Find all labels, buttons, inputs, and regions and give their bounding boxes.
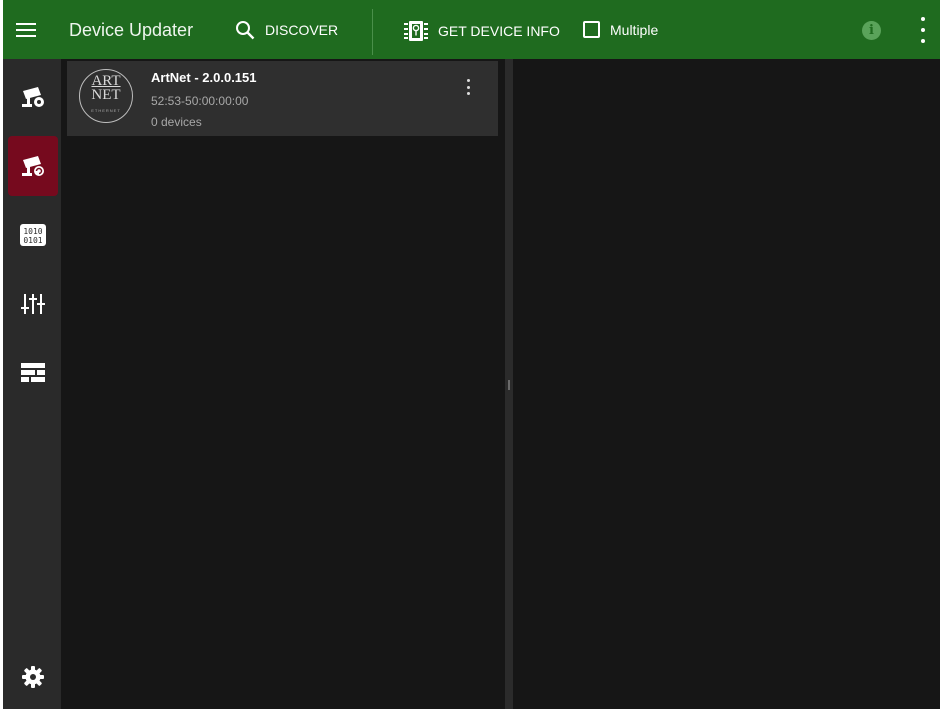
checkbox-icon[interactable] (583, 21, 600, 38)
device-card[interactable]: ART NET ETHERNET ArtNet - 2.0.0.151 52:5… (67, 61, 498, 136)
binary-icon: 1010 0101 (20, 224, 46, 246)
dot (466, 79, 470, 82)
device-count: 0 devices (151, 115, 202, 129)
logo-text-bottom: NET (91, 87, 121, 103)
get-device-info-label: GET DEVICE INFO (438, 23, 560, 39)
device-name: ArtNet - 2.0.0.151 (151, 70, 257, 85)
sidebar-item-table[interactable] (8, 343, 58, 403)
svg-text:1010: 1010 (23, 227, 42, 236)
device-mac: 52:53-50:00:00:00 (151, 94, 249, 108)
device-detail-panel (513, 59, 940, 709)
dot (921, 39, 925, 43)
table-rows-icon (21, 363, 45, 382)
info-icon[interactable]: i (862, 21, 881, 40)
logo-text-sub: ETHERNET (91, 108, 121, 113)
get-device-info-button[interactable]: GET DEVICE INFO (403, 20, 560, 42)
sidebar-item-camera-settings[interactable] (8, 67, 58, 127)
svg-text:0101: 0101 (23, 236, 42, 245)
camera-refresh-icon (22, 156, 44, 176)
gear-icon (22, 666, 44, 688)
top-app-bar: Device Updater DISCOVER GET DEVICE INFO … (3, 0, 940, 59)
search-icon (236, 21, 255, 40)
dot (921, 28, 925, 32)
dot (466, 92, 470, 95)
logo-text-top: ART (91, 73, 121, 89)
menu-icon[interactable] (16, 22, 36, 38)
more-vert-icon[interactable] (920, 17, 926, 43)
menu-button[interactable] (16, 16, 42, 44)
multiple-toggle[interactable]: Multiple (583, 21, 658, 38)
info-glyph: i (869, 23, 874, 38)
splitter-grip-icon[interactable] (508, 380, 510, 390)
chip-info-icon (404, 21, 428, 41)
dot (466, 85, 470, 89)
card-more-icon[interactable] (465, 79, 471, 95)
dot (921, 17, 925, 21)
multiple-label: Multiple (610, 21, 659, 38)
app-title: Device Updater (69, 20, 194, 40)
artnet-logo: ART NET ETHERNET (79, 69, 133, 123)
device-list-panel: ART NET ETHERNET ArtNet - 2.0.0.151 52:5… (61, 59, 505, 709)
sidebar-item-binary[interactable]: 1010 0101 (8, 205, 58, 265)
discover-button[interactable]: DISCOVER (235, 20, 338, 40)
sliders-icon (21, 294, 45, 314)
sidebar-item-sliders[interactable] (8, 274, 58, 334)
toolbar-divider (372, 9, 373, 55)
nav-sidebar: 1010 0101 (3, 59, 61, 709)
app-window: Device Updater DISCOVER GET DEVICE INFO … (3, 0, 940, 709)
camera-settings-icon (22, 87, 44, 107)
sidebar-item-camera-refresh[interactable] (8, 136, 58, 196)
panel-splitter[interactable] (505, 59, 513, 709)
discover-label: DISCOVER (265, 22, 339, 38)
settings-button[interactable] (8, 647, 58, 707)
